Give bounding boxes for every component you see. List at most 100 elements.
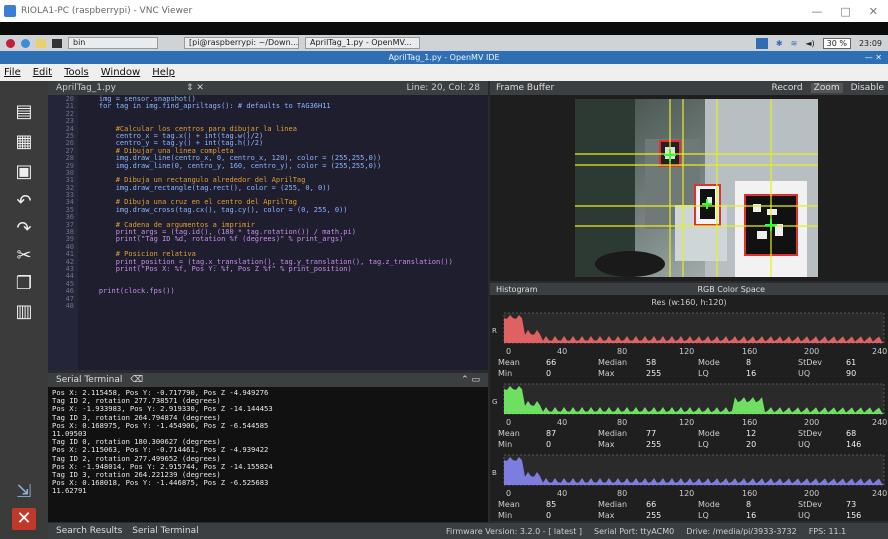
- drive-path[interactable]: Drive: /media/pi/3933-3732: [686, 527, 796, 536]
- tab-search-results[interactable]: Search Results: [56, 526, 122, 536]
- tick-label: 200: [804, 418, 820, 427]
- stat-value: 8: [746, 500, 752, 509]
- wifi-icon[interactable]: ≋: [791, 39, 798, 48]
- open-file-icon[interactable]: ▦: [12, 131, 36, 153]
- histogram-header: Histogram RGB Color Space: [490, 283, 888, 295]
- tick-label: 40: [557, 489, 568, 498]
- undo-icon[interactable]: ↶: [12, 191, 36, 213]
- stop-icon[interactable]: ✕: [12, 508, 36, 530]
- stat-value: 77: [646, 429, 657, 438]
- disable-button[interactable]: Disable: [851, 83, 884, 93]
- stat-value: 146: [846, 440, 862, 449]
- connect-icon[interactable]: ⇲: [12, 481, 36, 503]
- code-text[interactable]: img = sensor.snapshot() for tag in img.f…: [82, 95, 453, 310]
- menu-file[interactable]: File: [4, 67, 21, 78]
- menu-window[interactable]: Window: [101, 67, 140, 78]
- menu-bar: File Edit Tools Window Help: [0, 64, 888, 81]
- code-editor[interactable]: 20 21 22 23 24 25 26 27 28 29 30 31 32 33 34 35 36 37 38 39…: [48, 95, 488, 370]
- redo-icon[interactable]: ↷: [12, 218, 36, 240]
- tick-label: 120: [679, 418, 695, 427]
- firmware-version[interactable]: Firmware Version: 3.2.0 - [ latest ]: [446, 527, 582, 536]
- code-line: img.draw_cross(tag.cx(), tag.cy(), color…: [82, 205, 348, 214]
- bottom-tabs: Search Results Serial Terminal: [48, 523, 488, 539]
- bluetooth-icon[interactable]: ✱: [776, 39, 783, 48]
- stat-value: 255: [646, 440, 662, 449]
- mouse-shape: [595, 251, 665, 277]
- terminal-icon[interactable]: [52, 38, 62, 48]
- stat-value: 16: [746, 511, 757, 520]
- tick-label: 40: [557, 418, 568, 427]
- vnc-tray-icon[interactable]: [755, 37, 768, 49]
- left-toolbar: ▤ ▦ ▣ ↶ ↷ ✂ ❐ ▥ ⇲ ✕: [0, 81, 48, 539]
- menu-tools[interactable]: Tools: [64, 67, 89, 78]
- stat-label: UQ: [798, 369, 811, 378]
- terminal-line: Pos X: 0.168018, Pos Y: -1.446875, Pos Z…: [52, 478, 269, 488]
- channel-label: B: [492, 469, 497, 477]
- terminal-line: 11.62791: [52, 486, 87, 496]
- histogram-plot: G: [492, 383, 885, 415]
- terminal-line: Pos X: 0.168975, Pos Y: -1.454906, Pos Z…: [52, 420, 269, 430]
- task-bin[interactable]: bin: [68, 37, 158, 49]
- color-space-select[interactable]: RGB Color Space: [698, 285, 766, 294]
- ide-window-controls-icon[interactable]: — ✕: [865, 51, 882, 64]
- task-terminal[interactable]: [pi@raspberrypi: ~/Down...: [184, 37, 299, 49]
- task-openmv[interactable]: AprilTag_1.py - OpenMV...: [305, 37, 420, 49]
- tick-label: 120: [679, 489, 695, 498]
- new-file-icon[interactable]: ▤: [12, 101, 36, 123]
- tab-close-icon[interactable]: ⇕ ✕: [186, 83, 204, 93]
- stat-value: 8: [746, 358, 752, 367]
- save-file-icon[interactable]: ▣: [12, 161, 36, 183]
- clock: 23:09: [858, 38, 882, 48]
- zoom-button[interactable]: Zoom: [810, 83, 843, 93]
- stat-value: 156: [846, 511, 862, 520]
- histogram-resolution: Res (w:160, h:120): [651, 298, 727, 307]
- tab-serial-terminal[interactable]: Serial Terminal: [132, 526, 198, 536]
- stat-value: 73: [846, 500, 857, 509]
- record-button[interactable]: Record: [772, 83, 803, 93]
- vnc-spacer: [0, 22, 888, 35]
- histogram-area: Res (w:160, h:120) R 0 40 80 120 160 200 240 Mea…: [490, 295, 888, 521]
- stat-label: Min: [498, 440, 513, 449]
- editor-tab[interactable]: AprilTag_1.py: [56, 83, 116, 93]
- minimize-icon[interactable]: —: [811, 5, 822, 18]
- copy-icon[interactable]: ❐: [12, 273, 36, 295]
- stat-label: StDev: [798, 429, 823, 438]
- menu-help[interactable]: Help: [152, 67, 175, 78]
- stat-value: 0: [546, 440, 552, 449]
- folder-icon[interactable]: [36, 38, 46, 48]
- code-line: print(clock.fps()): [82, 287, 175, 296]
- serial-port[interactable]: Serial Port: ttyACM0: [594, 527, 674, 536]
- paste-icon[interactable]: ▥: [12, 301, 36, 323]
- terminal-controls-icon[interactable]: ⌃ ▭: [461, 375, 480, 385]
- menu-edit[interactable]: Edit: [33, 67, 52, 78]
- close-window-icon[interactable]: ✕: [869, 5, 878, 18]
- raspberry-menu-icon[interactable]: [6, 38, 15, 48]
- code-line: print("Pos X: %f, Pos Y: %f, Pos Z %f" %…: [82, 264, 352, 273]
- stat-value: 255: [646, 511, 662, 520]
- code-line: print("Tag ID %d, rotation %f (degrees)"…: [82, 235, 344, 244]
- stat-value: 68: [846, 429, 857, 438]
- histogram-b: B 0 40 80 120 160 200 240 Mean 85 Median 66 Mode 8 StD…: [490, 453, 888, 524]
- maximize-icon[interactable]: □: [840, 5, 850, 18]
- stat-label: StDev: [798, 358, 823, 367]
- vnc-title-bar: RIOLA1-PC (raspberrypi) - VNC Viewer — □…: [0, 0, 888, 22]
- tick-label: 80: [617, 347, 628, 356]
- tick-label: 240: [872, 418, 888, 427]
- tick-label: 240: [872, 489, 888, 498]
- code-line: for tag in img.find_apriltags(): # defau…: [82, 102, 331, 111]
- cut-icon[interactable]: ✂: [12, 245, 36, 267]
- serial-terminal[interactable]: Pos X: 2.115458, Pos Y: -0.717790, Pos Z…: [48, 387, 488, 522]
- histogram-title: Histogram: [496, 284, 538, 294]
- clear-terminal-icon[interactable]: ⌫: [130, 375, 143, 385]
- stat-value: 90: [846, 369, 857, 378]
- stat-value: 0: [546, 511, 552, 520]
- vnc-logo-icon: [4, 5, 16, 17]
- browser-icon[interactable]: [21, 38, 30, 48]
- stat-value: 85: [546, 500, 557, 509]
- stat-value: 61: [846, 358, 857, 367]
- volume-icon[interactable]: ◄): [805, 39, 814, 48]
- stat-label: Max: [598, 440, 615, 449]
- stat-label: UQ: [798, 511, 811, 520]
